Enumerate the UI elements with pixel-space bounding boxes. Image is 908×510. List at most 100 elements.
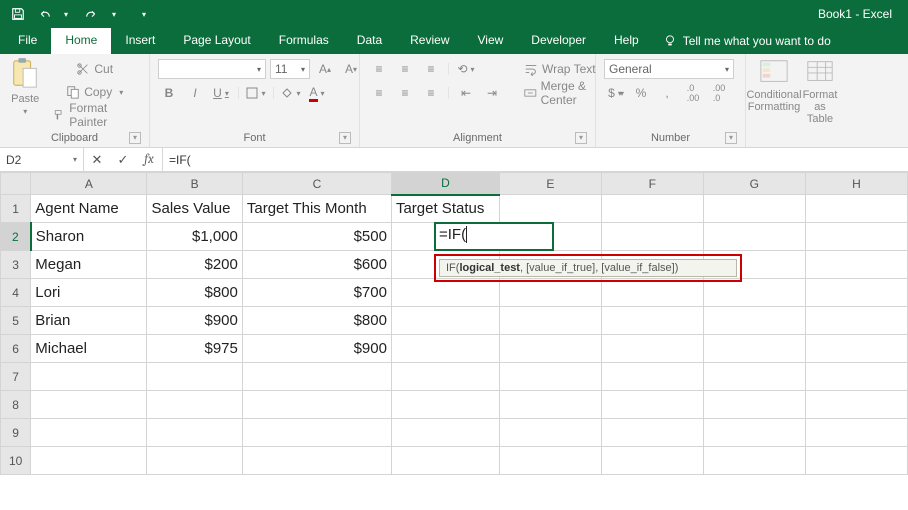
qat-customize[interactable]: ▾: [132, 2, 156, 26]
cell-G5[interactable]: [703, 307, 805, 335]
select-all-corner[interactable]: [1, 173, 31, 195]
alignment-dialog-launcher[interactable]: ▾: [575, 132, 587, 144]
undo-dropdown[interactable]: ▾: [54, 2, 78, 26]
tab-page-layout[interactable]: Page Layout: [169, 28, 264, 54]
cell-E9[interactable]: [499, 419, 601, 447]
font-name-combo[interactable]: ▾: [158, 59, 266, 79]
cell-D2[interactable]: [391, 223, 499, 251]
cell-A3[interactable]: Megan: [31, 251, 147, 279]
tab-data[interactable]: Data: [343, 28, 396, 54]
row-header-4[interactable]: 4: [1, 279, 31, 307]
cell-B6[interactable]: $975: [147, 335, 242, 363]
cell-C8[interactable]: [242, 391, 391, 419]
cell-E10[interactable]: [499, 447, 601, 475]
cell-A1[interactable]: Agent Name: [31, 195, 147, 223]
cell-E7[interactable]: [499, 363, 601, 391]
cell-A4[interactable]: Lori: [31, 279, 147, 307]
cell-G1[interactable]: [703, 195, 805, 223]
cancel-edit-button[interactable]: ✕: [84, 148, 110, 171]
formula-input[interactable]: =IF(: [163, 148, 908, 171]
cell-G10[interactable]: [703, 447, 805, 475]
cell-E2[interactable]: [499, 223, 601, 251]
cell-H9[interactable]: [805, 419, 907, 447]
comma-format-button[interactable]: ,: [656, 83, 678, 103]
cell-B10[interactable]: [147, 447, 242, 475]
col-header-C[interactable]: C: [242, 173, 391, 195]
number-format-combo[interactable]: General▾: [604, 59, 734, 79]
cell-F8[interactable]: [601, 391, 703, 419]
cell-D6[interactable]: [391, 335, 499, 363]
cell-F10[interactable]: [601, 447, 703, 475]
align-bottom-button[interactable]: ≡: [420, 59, 442, 79]
cell-H2[interactable]: [805, 223, 907, 251]
increase-decimal-button[interactable]: .0.00: [682, 83, 704, 103]
col-header-E[interactable]: E: [499, 173, 601, 195]
cell-B9[interactable]: [147, 419, 242, 447]
col-header-A[interactable]: A: [31, 173, 147, 195]
cell-C6[interactable]: $900: [242, 335, 391, 363]
cell-H4[interactable]: [805, 279, 907, 307]
enter-edit-button[interactable]: ✓: [110, 148, 136, 171]
cell-F9[interactable]: [601, 419, 703, 447]
cell-E4[interactable]: [499, 279, 601, 307]
cell-E1[interactable]: [499, 195, 601, 223]
cell-C1[interactable]: Target This Month: [242, 195, 391, 223]
cell-D4[interactable]: [391, 279, 499, 307]
save-button[interactable]: [6, 2, 30, 26]
cell-F6[interactable]: [601, 335, 703, 363]
font-size-combo[interactable]: 11▾: [270, 59, 310, 79]
cell-H7[interactable]: [805, 363, 907, 391]
tab-help[interactable]: Help: [600, 28, 653, 54]
name-box[interactable]: D2 ▾: [0, 148, 84, 171]
cell-F7[interactable]: [601, 363, 703, 391]
cell-G6[interactable]: [703, 335, 805, 363]
cell-H8[interactable]: [805, 391, 907, 419]
cell-A5[interactable]: Brian: [31, 307, 147, 335]
cell-F4[interactable]: [601, 279, 703, 307]
bold-button[interactable]: B: [158, 83, 180, 103]
decrease-indent-button[interactable]: ⇤: [455, 83, 477, 103]
tab-view[interactable]: View: [464, 28, 518, 54]
tab-formulas[interactable]: Formulas: [265, 28, 343, 54]
cell-B7[interactable]: [147, 363, 242, 391]
cell-A10[interactable]: [31, 447, 147, 475]
orientation-button[interactable]: ⟲: [455, 59, 477, 79]
cell-F2[interactable]: [601, 223, 703, 251]
accounting-format-button[interactable]: $: [604, 83, 626, 103]
tab-home[interactable]: Home: [51, 28, 111, 54]
paste-button[interactable]: Paste ▾: [8, 57, 42, 116]
row-header-8[interactable]: 8: [1, 391, 31, 419]
align-right-button[interactable]: ≡: [420, 83, 442, 103]
col-header-F[interactable]: F: [601, 173, 703, 195]
cell-C4[interactable]: $700: [242, 279, 391, 307]
cell-B4[interactable]: $800: [147, 279, 242, 307]
cell-C3[interactable]: $600: [242, 251, 391, 279]
cell-A2[interactable]: Sharon: [31, 223, 147, 251]
cell-B1[interactable]: Sales Value: [147, 195, 242, 223]
number-dialog-launcher[interactable]: ▾: [725, 132, 737, 144]
tab-developer[interactable]: Developer: [517, 28, 600, 54]
copy-button[interactable]: Copy: [48, 82, 141, 102]
cell-G8[interactable]: [703, 391, 805, 419]
align-center-button[interactable]: ≡: [394, 83, 416, 103]
cell-G4[interactable]: [703, 279, 805, 307]
cell-G7[interactable]: [703, 363, 805, 391]
borders-button[interactable]: [245, 83, 267, 103]
cell-D1[interactable]: Target Status: [391, 195, 499, 223]
cell-A7[interactable]: [31, 363, 147, 391]
cell-C7[interactable]: [242, 363, 391, 391]
col-header-B[interactable]: B: [147, 173, 242, 195]
col-header-H[interactable]: H: [805, 173, 907, 195]
decrease-font-button[interactable]: A▾: [340, 59, 362, 79]
cell-G9[interactable]: [703, 419, 805, 447]
fill-color-button[interactable]: [280, 83, 302, 103]
align-top-button[interactable]: ≡: [368, 59, 390, 79]
cell-F1[interactable]: [601, 195, 703, 223]
chevron-down-icon[interactable]: ▾: [73, 155, 77, 164]
format-painter-button[interactable]: Format Painter: [48, 105, 141, 125]
cell-F5[interactable]: [601, 307, 703, 335]
format-as-table-button[interactable]: Format as Table: [800, 57, 840, 125]
align-middle-button[interactable]: ≡: [394, 59, 416, 79]
cell-D10[interactable]: [391, 447, 499, 475]
cell-D8[interactable]: [391, 391, 499, 419]
